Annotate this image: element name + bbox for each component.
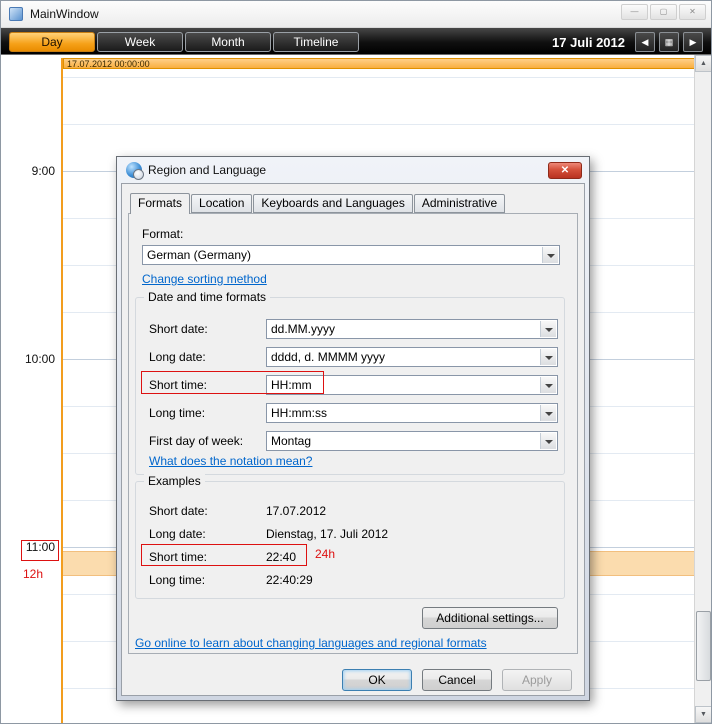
dialog-tabstrip: Formats Location Keyboards and Languages… [130,193,506,214]
maximize-icon[interactable]: ▢ [650,4,677,20]
long-date-combobox[interactable]: dddd, d. MMMM yyyy [266,347,558,367]
time-label-9: 9:00 [31,164,55,178]
tab-month[interactable]: Month [185,32,271,52]
ok-button[interactable]: OK [342,669,412,691]
close-icon[interactable]: ✕ [679,4,706,20]
vertical-scrollbar[interactable]: ▲ ▼ [694,55,711,723]
day-column-border [61,58,63,723]
view-toolbar: Day Week Month Timeline 17 Juli 2012 ◀ ▦… [1,28,711,55]
annotation-box-1100 [21,540,59,561]
window-titlebar: MainWindow — ▢ ✕ [1,1,711,28]
datetime-group-title: Date and time formats [144,290,271,304]
example-long-date-label: Long date: [149,527,206,541]
main-window: MainWindow — ▢ ✕ Day Week Month Timeline… [0,0,712,724]
dialog-close-icon[interactable]: ✕ [548,162,582,179]
first-day-value: Montag [271,434,312,448]
window-controls: — ▢ ✕ [621,4,706,20]
example-long-time-label: Long time: [149,573,206,587]
minimize-icon[interactable]: — [621,4,648,20]
prev-day-icon[interactable]: ◀ [635,32,655,52]
app-icon [9,7,23,21]
examples-group-title: Examples [144,474,205,488]
long-time-label: Long time: [149,406,206,420]
dialog-body: Formats Location Keyboards and Languages… [121,183,585,696]
next-day-icon[interactable]: ▶ [683,32,703,52]
format-combobox-value: German (Germany) [147,248,252,262]
chevron-down-icon[interactable] [540,377,556,393]
first-day-combobox[interactable]: Montag [266,431,558,451]
apply-button[interactable]: Apply [502,669,572,691]
time-label-10: 10:00 [24,352,55,366]
long-time-combobox[interactable]: HH:mm:ss [266,403,558,423]
long-time-value: HH:mm:ss [271,406,327,420]
tab-day[interactable]: Day [9,32,95,52]
scroll-down-icon[interactable]: ▼ [695,706,711,723]
format-combobox[interactable]: German (Germany) [142,245,560,265]
annotation-box-short-time-format [141,371,324,394]
current-date-label: 17 Juli 2012 [552,35,625,50]
day-header-band: 17.07.2012 00:00:00 [63,58,696,69]
go-online-link[interactable]: Go online to learn about changing langua… [135,636,487,650]
dialog-title: Region and Language [148,163,267,177]
annotation-box-short-time-example [141,544,307,566]
calendar-grid-icon[interactable]: ▦ [659,32,679,52]
tab-timeline[interactable]: Timeline [273,32,359,52]
short-date-label: Short date: [149,322,208,336]
chevron-down-icon[interactable] [540,405,556,421]
long-date-label: Long date: [149,350,206,364]
annotation-12h: 12h [23,567,44,581]
tab-formats[interactable]: Formats [130,193,191,214]
example-short-date-label: Short date: [149,504,208,518]
example-long-time-value: 22:40:29 [266,573,313,587]
chevron-down-icon[interactable] [542,247,558,263]
tab-administrative[interactable]: Administrative [413,194,506,213]
first-day-label: First day of week: [149,434,244,448]
notation-link[interactable]: What does the notation mean? [149,454,312,468]
format-label: Format: [142,227,184,241]
window-title: MainWindow [30,7,99,21]
scroll-up-icon[interactable]: ▲ [695,55,711,72]
scrollbar-thumb[interactable] [696,611,711,681]
tab-week[interactable]: Week [97,32,183,52]
change-sorting-link[interactable]: Change sorting method [142,272,267,286]
examples-group: Examples Short date: 17.07.2012 Long dat… [135,474,565,599]
example-short-date-value: 17.07.2012 [266,504,327,518]
additional-settings-button[interactable]: Additional settings... [422,607,558,629]
long-date-value: dddd, d. MMMM yyyy [271,350,386,364]
globe-clock-icon [126,162,144,180]
chevron-down-icon[interactable] [540,349,556,365]
tab-location[interactable]: Location [191,194,253,213]
tab-keyboards[interactable]: Keyboards and Languages [253,194,413,213]
chevron-down-icon[interactable] [540,321,556,337]
chevron-down-icon[interactable] [540,433,556,449]
short-date-value: dd.MM.yyyy [271,322,336,336]
short-date-combobox[interactable]: dd.MM.yyyy [266,319,558,339]
grid-line [63,124,696,125]
grid-line [63,77,696,78]
formats-tab-page: Format: German (Germany) Change sorting … [128,213,578,654]
cancel-button[interactable]: Cancel [422,669,492,691]
region-language-dialog: Region and Language ✕ Formats Location K… [116,156,590,701]
annotation-24h: 24h [315,547,336,561]
example-long-date-value: Dienstag, 17. Juli 2012 [266,527,389,541]
day-header-label: 17.07.2012 00:00:00 [67,59,150,69]
